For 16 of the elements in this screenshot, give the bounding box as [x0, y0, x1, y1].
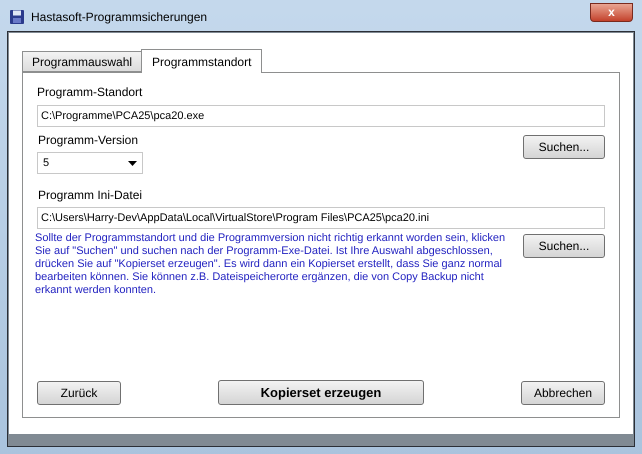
- dropdown-arrow-icon: [128, 160, 137, 166]
- tab[interactable]: Programmstandort: [141, 49, 262, 73]
- field-label: Programm Ini-Datei: [38, 187, 144, 204]
- search-button[interactable]: Suchen...: [523, 234, 605, 258]
- tab[interactable]: Programmauswahl: [22, 51, 142, 72]
- hint-text: Sollte der Programmstandort und die Programmversion nicht richtig erkannt worden sein, klicken Sie auf "Suchen" und suchen nach der Programm-Exe-Datei. Ist Ihre Auswahl abgeschlossen, drücken Sie auf "Kopierset erzeugen". Es wird dann ein Kopierset erstellt, dass Sie ganz normal bearbeiten können. Sie können z.B. Dateispeicherorte ergänzen, die von Copy Backup nicht erkannt werden konnten.: [35, 232, 506, 297]
- field-label: Programm-Standort: [37, 84, 144, 101]
- dialog-button[interactable]: Zurück: [37, 380, 121, 404]
- path-field[interactable]: C:\Programme\PCA25\pca20.exe: [37, 105, 605, 127]
- path-field[interactable]: C:\Users\Harry-Dev\AppData\Local\VirtualStore\Program Files\PCA25\pca20.ini: [37, 207, 605, 229]
- window-title: Hastasoft-Programmsicherungen: [31, 9, 208, 26]
- search-button[interactable]: Suchen...: [523, 135, 605, 159]
- dialog-button[interactable]: Abbrechen: [521, 380, 605, 404]
- version-dropdown[interactable]: 5: [37, 152, 143, 174]
- field-label: Programm-Version: [38, 132, 140, 149]
- create-button[interactable]: Kopierset erzeugen: [218, 380, 424, 405]
